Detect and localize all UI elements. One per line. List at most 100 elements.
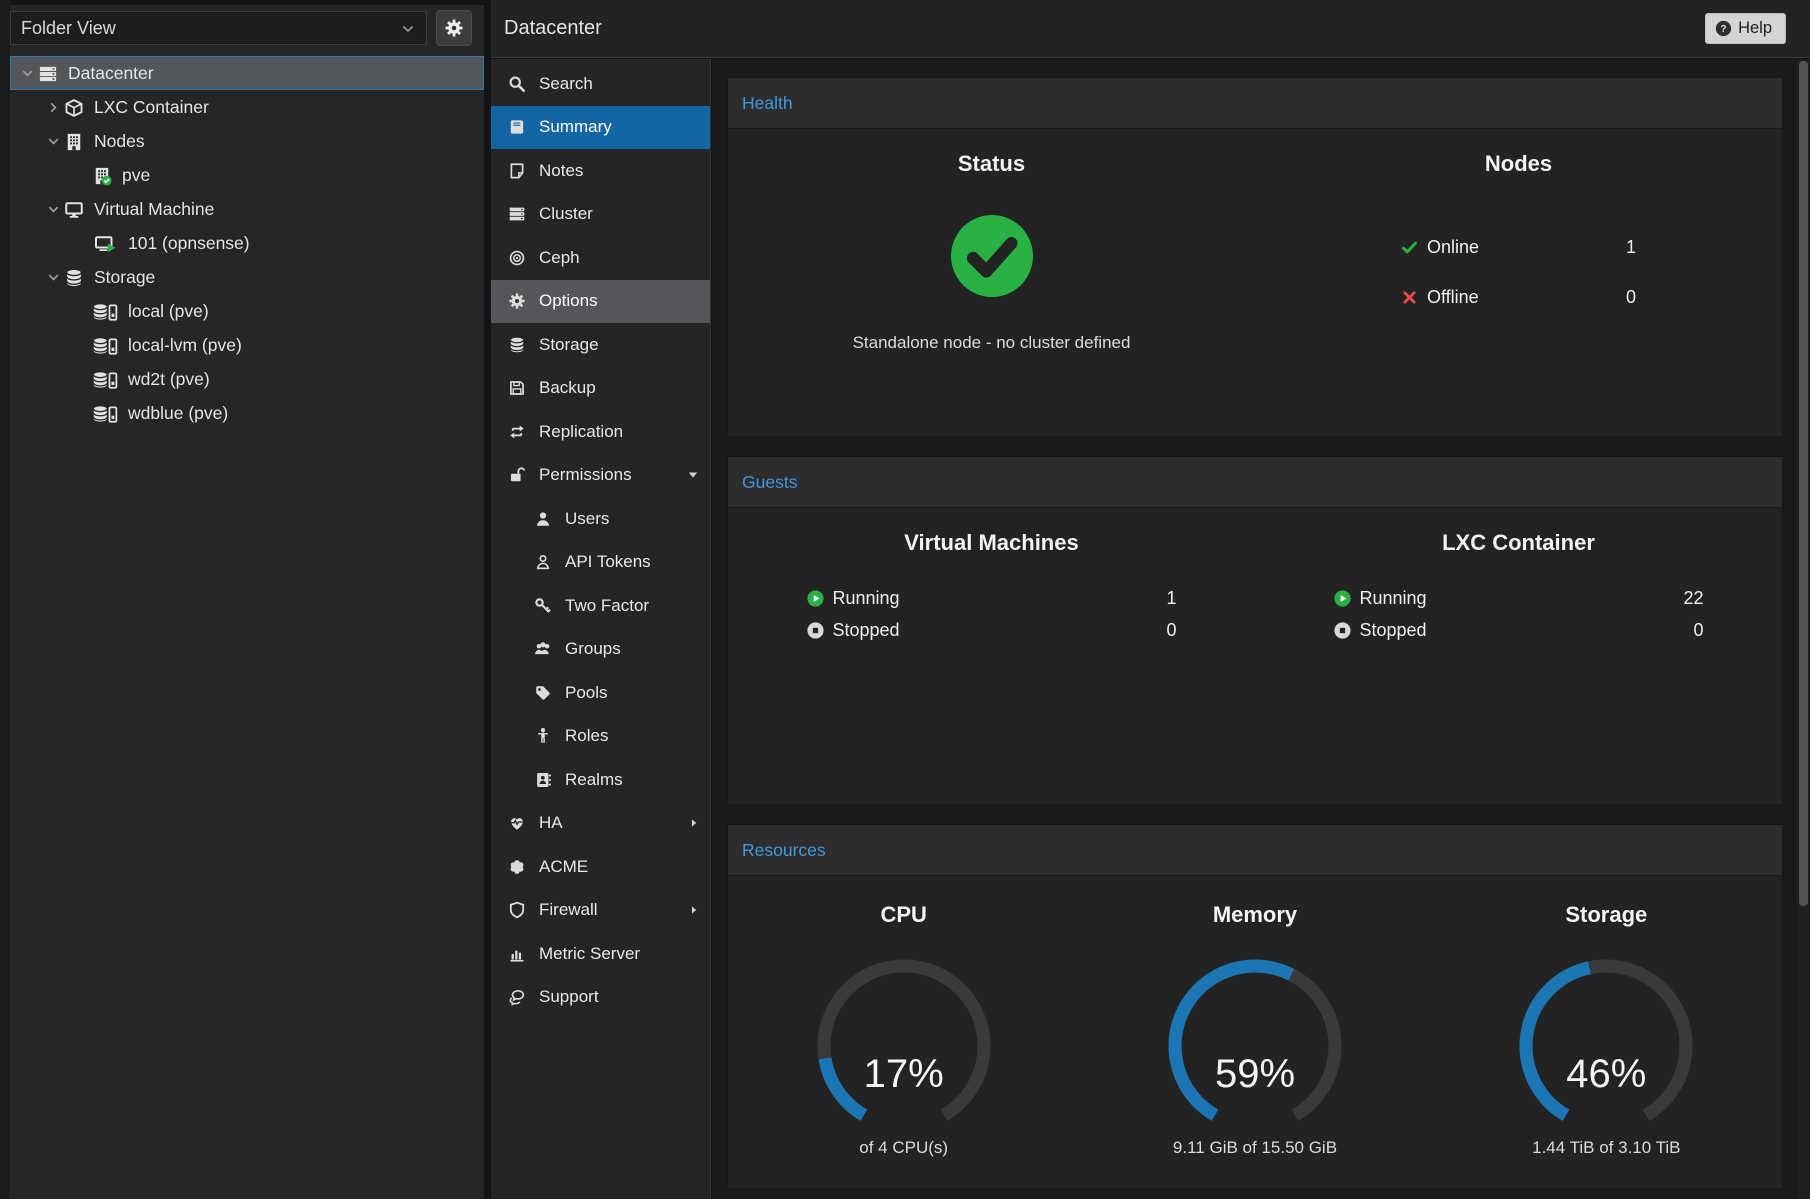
storage-drive-icon [92, 402, 118, 423]
tree-item-label: Datacenter [68, 63, 154, 84]
address-book-icon [532, 771, 554, 789]
tree-item-label: 101 (opnsense) [128, 233, 250, 254]
search-icon [506, 75, 528, 93]
caret-down-icon [686, 468, 700, 482]
gauge-sublabel: 1.44 TiB of 3.10 TiB [1532, 1138, 1680, 1158]
replication-icon [506, 423, 528, 441]
status-message: Standalone node - no cluster defined [853, 333, 1131, 353]
menu-item-metric-server[interactable]: Metric Server [491, 932, 710, 976]
tree-item-local-pve[interactable]: local (pve) [10, 294, 484, 328]
menu-item-ha[interactable]: HA [491, 802, 710, 846]
user-outline-icon [534, 553, 552, 571]
tree-settings-button[interactable] [436, 10, 472, 46]
help-button[interactable]: Help [1705, 13, 1786, 44]
acme-icon [506, 858, 528, 876]
tree-item-pve[interactable]: pve [10, 158, 484, 192]
stat-row-running: Running1 [807, 582, 1177, 614]
tree-item-label: Storage [94, 267, 155, 288]
tree-item-wdblue-pve[interactable]: wdblue (pve) [10, 396, 484, 430]
menu-item-storage[interactable]: Storage [491, 323, 710, 367]
tree-item-local-lvm-pve[interactable]: local-lvm (pve) [10, 328, 484, 362]
view-mode-value: Folder View [21, 18, 116, 39]
menu-item-search[interactable]: Search [491, 62, 710, 106]
menu-item-options[interactable]: Options [491, 280, 710, 324]
menu-item-replication[interactable]: Replication [491, 410, 710, 454]
stat-value: 22 [1683, 588, 1703, 609]
menu-item-two-factor[interactable]: Two Factor [491, 584, 710, 628]
user-icon [532, 510, 554, 528]
storage-drive-icon [92, 370, 118, 390]
storage-drive-icon [92, 336, 118, 356]
chevron-down-icon [400, 18, 416, 39]
menu-item-acme[interactable]: ACME [491, 845, 710, 889]
gauge-percent: 46% [1491, 1052, 1721, 1097]
tree-item-nodes[interactable]: Nodes [10, 124, 484, 158]
menu-item-api-tokens[interactable]: API Tokens [491, 541, 710, 585]
users-icon [532, 640, 554, 658]
menu-item-label: Backup [539, 378, 596, 398]
stat-row-online: Online1 [1401, 222, 1636, 272]
server-icon [506, 205, 528, 223]
menu-item-support[interactable]: Support [491, 976, 710, 1020]
storage-drive-icon [92, 302, 118, 322]
tree-expander-right[interactable] [42, 100, 64, 115]
tag-icon [532, 684, 554, 702]
tree-item-virtual-machine[interactable]: Virtual Machine [10, 192, 484, 226]
stat-value: 0 [1693, 620, 1703, 641]
gauge-title: Memory [1213, 902, 1297, 928]
database-icon [508, 336, 526, 354]
building-icon [64, 132, 84, 152]
cross-icon [1401, 289, 1418, 306]
menu-item-roles[interactable]: Roles [491, 715, 710, 759]
menu-item-cluster[interactable]: Cluster [491, 193, 710, 237]
caret-right-icon[interactable] [688, 817, 700, 829]
tree-item-datacenter[interactable]: Datacenter [10, 56, 484, 90]
view-mode-select[interactable]: Folder View [10, 11, 427, 45]
tree-item-label: local (pve) [128, 301, 209, 322]
menu-item-notes[interactable]: Notes [491, 149, 710, 193]
menu-item-firewall[interactable]: Firewall [491, 889, 710, 933]
caret-right-icon[interactable] [688, 904, 700, 916]
tree-expander-down[interactable] [42, 270, 64, 285]
menu-item-label: Notes [539, 161, 583, 181]
tree-item-storage[interactable]: Storage [10, 260, 484, 294]
nodes-status-column: Nodes Online1Offline0 [1255, 129, 1782, 436]
tree-expander-down[interactable] [42, 202, 64, 217]
tree-item-lxc-container[interactable]: LXC Container [10, 90, 484, 124]
menu-item-realms[interactable]: Realms [491, 758, 710, 802]
users-icon [534, 640, 552, 658]
tree-item-label: wdblue (pve) [128, 403, 228, 424]
menu-item-label: Firewall [539, 900, 598, 920]
menu-item-permissions[interactable]: Permissions [491, 454, 710, 498]
tree-item-wd2t-pve[interactable]: wd2t (pve) [10, 362, 484, 396]
menu-item-label: Cluster [539, 204, 593, 224]
menu-item-users[interactable]: Users [491, 497, 710, 541]
gauge-percent: 17% [789, 1052, 1019, 1097]
stat-row-offline: Offline0 [1401, 272, 1636, 322]
gauge-sublabel: of 4 CPU(s) [859, 1138, 948, 1158]
menu-item-ceph[interactable]: Ceph [491, 236, 710, 280]
chevron-right-icon [46, 100, 61, 115]
chevron-down-icon [46, 202, 61, 217]
tree-item-label: LXC Container [94, 97, 209, 118]
menu-item-groups[interactable]: Groups [491, 628, 710, 672]
menu-item-label: Storage [539, 335, 599, 355]
tree-expander-down[interactable] [16, 66, 38, 81]
menu-item-summary[interactable]: Summary [491, 106, 710, 150]
caret-down-icon[interactable] [686, 468, 700, 482]
chevron-down-icon [20, 66, 35, 81]
tree-item-101-opnsense[interactable]: 101 (opnsense) [10, 226, 484, 260]
gauge-arc-memory: 59% [1140, 954, 1370, 1124]
tree-expander-down[interactable] [42, 134, 64, 149]
health-panel: Health Status Standalone node - no clust… [727, 77, 1783, 437]
scrollbar-thumb[interactable] [1799, 61, 1808, 906]
storage-drive-icon [92, 368, 118, 389]
note-icon [508, 162, 526, 180]
resources-panel: Resources CPU17%of 4 CPU(s)Memory59%9.11… [727, 824, 1783, 1189]
stopped-icon [807, 622, 824, 639]
gear-icon [444, 18, 464, 38]
guests-column-virtual-machines: Virtual MachinesRunning1Stopped0 [728, 508, 1255, 804]
menu-item-backup[interactable]: Backup [491, 367, 710, 411]
running-icon [1334, 590, 1351, 607]
menu-item-pools[interactable]: Pools [491, 671, 710, 715]
